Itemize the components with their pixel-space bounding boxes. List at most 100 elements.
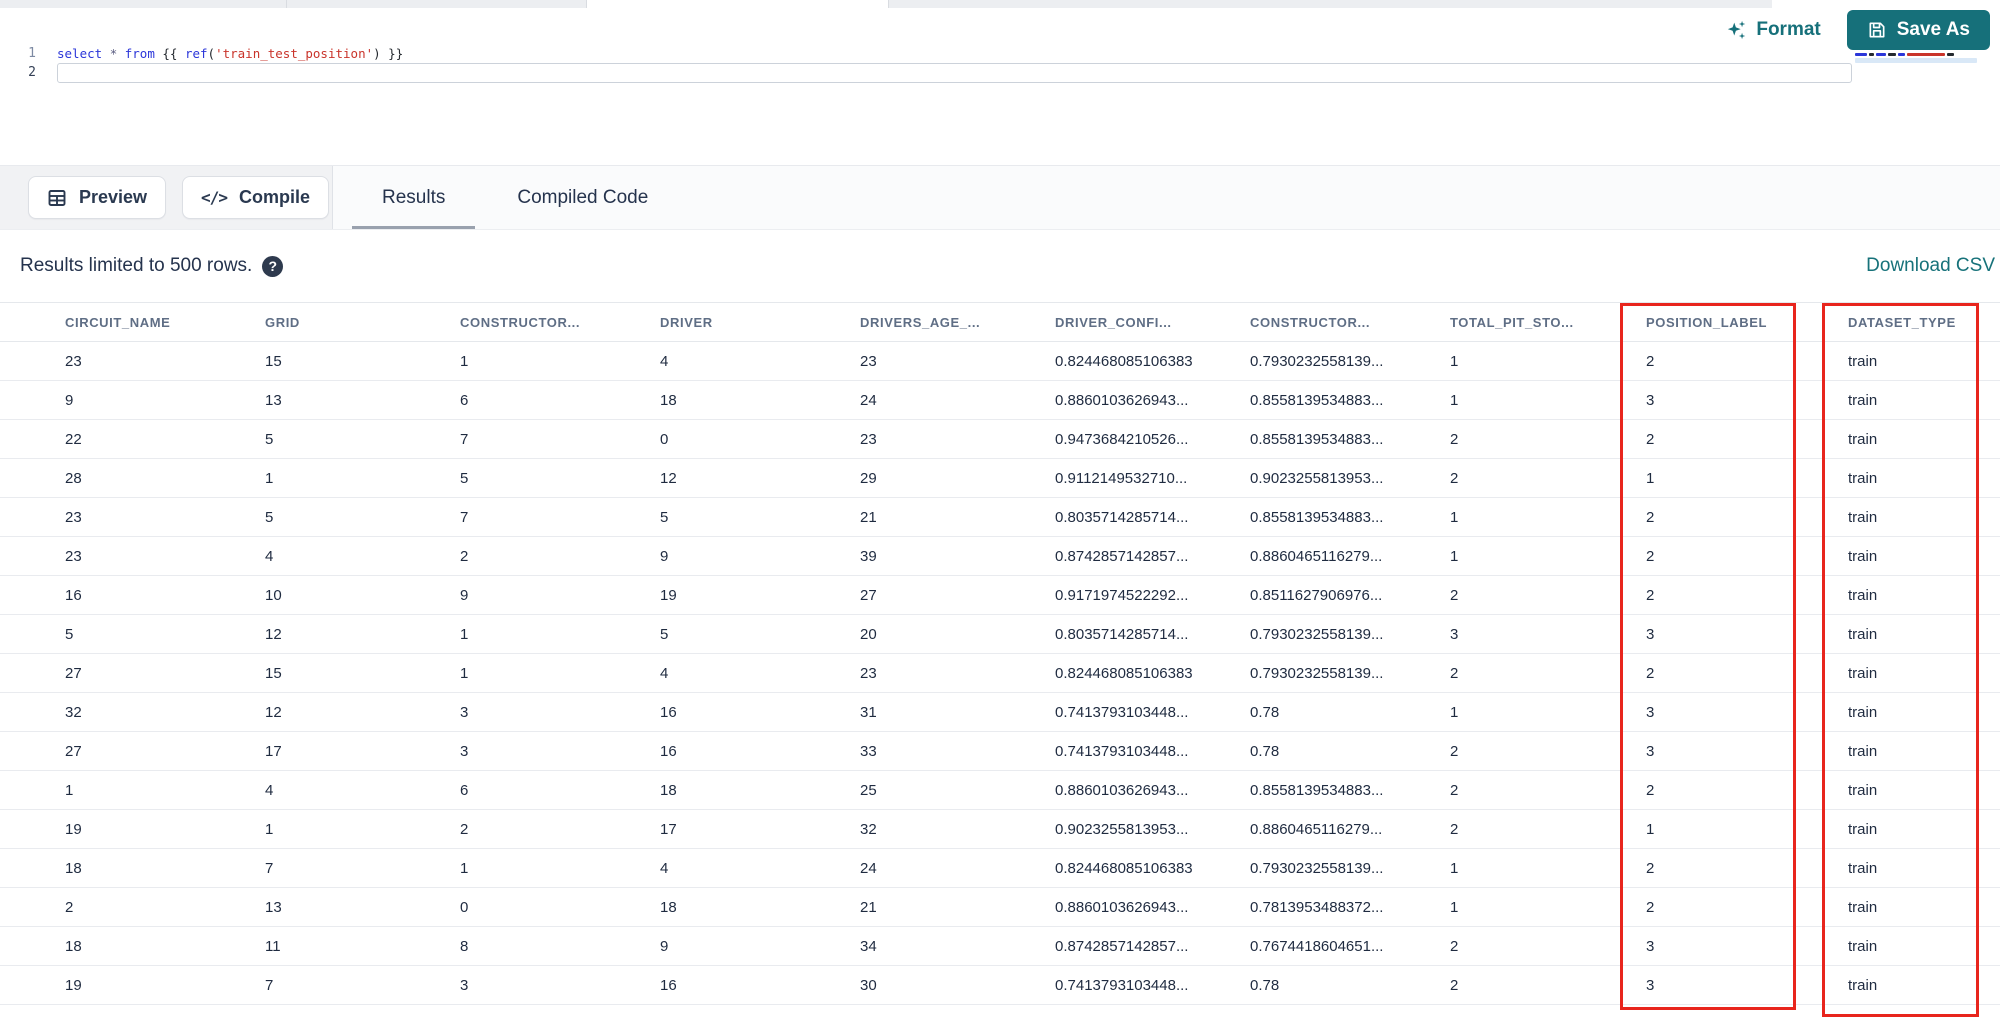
column-header[interactable]: CIRCUIT_NAME — [65, 315, 265, 330]
table-cell: 0 — [660, 430, 669, 448]
editor-minimap[interactable] — [1855, 53, 1977, 63]
column-header[interactable]: TOTAL_PIT_STO... — [1450, 315, 1646, 330]
table-cell: 20 — [860, 625, 877, 643]
table-cell: 2 — [1450, 664, 1459, 682]
table-row[interactable]: 18 7 1 4 24 0.824468085106383 0.7930232558139.… — [0, 849, 2000, 888]
table-cell: 27 — [860, 586, 877, 604]
table-cell: 23 — [860, 352, 877, 370]
table-row[interactable]: 32 12 3 16 31 0.7413793103448... 0.78 1 3 train — [0, 693, 2000, 732]
table-grid-icon — [47, 188, 67, 208]
table-cell: train — [1848, 625, 1878, 643]
table-cell: 0.8035714285714... — [1055, 625, 1189, 643]
help-icon[interactable]: ? — [262, 255, 284, 277]
table-cell: 1 — [460, 859, 469, 877]
table-row[interactable]: 22 5 7 0 23 0.9473684210526... 0.8558139534883… — [0, 420, 2000, 459]
table-cell: 3 — [1646, 703, 1655, 721]
download-csv-link[interactable]: Download CSV — [1866, 255, 1995, 277]
table-cell: 4 — [265, 547, 274, 565]
table-cell: 2 — [1450, 976, 1459, 994]
format-label: Format — [1756, 19, 1821, 40]
table-cell: 2 — [1646, 508, 1655, 526]
table-cell: train — [1848, 430, 1878, 448]
table-cell: 1 — [1450, 547, 1459, 565]
table-cell: 3 — [460, 742, 469, 760]
table-cell: 6 — [460, 781, 469, 799]
table-row[interactable]: 2 13 0 18 21 0.8860103626943... 0.781395348837… — [0, 888, 2000, 927]
table-cell: 2 — [1450, 820, 1459, 838]
table-cell: 23 — [65, 547, 82, 565]
table-cell: 0.78 — [1250, 703, 1280, 721]
table-cell: 16 — [660, 976, 677, 994]
preview-button[interactable]: Preview — [28, 176, 167, 219]
format-button[interactable]: Format — [1726, 18, 1821, 42]
table-row[interactable]: 28 1 5 12 29 0.9112149532710... 0.902325581395… — [0, 459, 2000, 498]
code-token-keyword: select — [57, 46, 103, 61]
table-cell: 1 — [1450, 508, 1459, 526]
column-header[interactable]: CONSTRUCTOR... — [1250, 315, 1450, 330]
table-cell: train — [1848, 352, 1878, 370]
table-cell: 0.7413793103448... — [1055, 703, 1189, 721]
tab-compiled-code[interactable]: Compiled Code — [493, 166, 672, 229]
column-header[interactable]: DRIVER_CONFI... — [1055, 315, 1250, 330]
code-line-1[interactable]: select * from {{ ref('train_test_positio… — [57, 44, 403, 63]
table-cell: 18 — [65, 859, 82, 877]
editor-tab[interactable] — [0, 0, 287, 8]
table-cell: train — [1848, 508, 1878, 526]
tab-results[interactable]: Results — [351, 166, 476, 229]
table-cell: 11 — [265, 937, 281, 955]
table-cell: 2 — [1646, 352, 1655, 370]
table-cell: 39 — [860, 547, 877, 565]
sql-editor[interactable]: Format Save As 1 2 select * from {{ ref(… — [0, 8, 2000, 165]
row-limit-text: Results limited to 500 rows. — [20, 255, 253, 276]
table-cell: train — [1848, 742, 1878, 760]
table-cell: 19 — [660, 586, 677, 604]
table-cell: 12 — [265, 703, 282, 721]
table-cell: 5 — [660, 508, 669, 526]
column-header[interactable]: POSITION_LABEL — [1646, 315, 1848, 330]
table-cell: 24 — [860, 391, 877, 409]
table-cell: 1 — [1450, 859, 1459, 877]
table-cell: 29 — [860, 469, 877, 487]
column-header[interactable]: GRID — [265, 315, 460, 330]
table-cell: 0.8558139534883... — [1250, 781, 1384, 799]
code-brackets-icon: </> — [201, 188, 228, 207]
table-row[interactable]: 9 13 6 18 24 0.8860103626943... 0.855813953488… — [0, 381, 2000, 420]
table-cell: 1 — [265, 469, 274, 487]
table-row[interactable]: 27 17 3 16 33 0.7413793103448... 0.78 2 3 train — [0, 732, 2000, 771]
table-row[interactable]: 23 15 1 4 23 0.824468085106383 0.7930232558139… — [0, 342, 2000, 381]
table-row[interactable]: 19 1 2 17 32 0.9023255813953... 0.886046511627… — [0, 810, 2000, 849]
table-row[interactable]: 5 12 1 5 20 0.8035714285714... 0.7930232558139… — [0, 615, 2000, 654]
column-header[interactable]: CONSTRUCTOR... — [460, 315, 660, 330]
table-cell: 2 — [1646, 430, 1655, 448]
table-row[interactable]: 23 4 2 9 39 0.8742857142857... 0.8860465116279… — [0, 537, 2000, 576]
sparkles-icon — [1726, 18, 1748, 42]
table-cell: 0.8860103626943... — [1055, 898, 1189, 916]
table-row[interactable]: 1 4 6 18 25 0.8860103626943... 0.8558139534883… — [0, 771, 2000, 810]
column-header[interactable]: DATASET_TYPE — [1848, 315, 1990, 330]
table-cell: 17 — [265, 742, 282, 760]
table-cell: 32 — [65, 703, 82, 721]
table-row[interactable]: 16 10 9 19 27 0.9171974522292... 0.85116279069… — [0, 576, 2000, 615]
editor-tab[interactable] — [287, 0, 587, 8]
table-cell: train — [1848, 664, 1878, 682]
table-row[interactable]: 27 15 1 4 23 0.824468085106383 0.7930232558139… — [0, 654, 2000, 693]
code-area[interactable]: select * from {{ ref('train_test_positio… — [57, 44, 403, 63]
table-cell: 0.8742857142857... — [1055, 547, 1189, 565]
editor-tab-active[interactable] — [587, 0, 889, 8]
table-row[interactable]: 23 5 7 5 21 0.8035714285714... 0.8558139534883… — [0, 498, 2000, 537]
table-cell: 3 — [460, 976, 469, 994]
table-row[interactable]: 18 11 8 9 34 0.8742857142857... 0.767441860465… — [0, 927, 2000, 966]
table-row[interactable]: 19 7 3 16 30 0.7413793103448... 0.78 2 3 train — [0, 966, 2000, 1005]
table-cell: 24 — [860, 859, 877, 877]
save-as-button[interactable]: Save As — [1846, 10, 1990, 50]
table-cell: train — [1848, 820, 1878, 838]
editor-actions: Format Save As — [1726, 10, 1990, 50]
table-cell: 6 — [460, 391, 469, 409]
column-header[interactable]: DRIVER — [660, 315, 860, 330]
table-cell: 0.7674418604651... — [1250, 937, 1384, 955]
compile-button[interactable]: </> Compile — [182, 176, 329, 219]
table-cell: 1 — [265, 820, 274, 838]
table-cell: 5 — [65, 625, 74, 643]
column-header[interactable]: DRIVERS_AGE_... — [860, 315, 1055, 330]
table-cell: 9 — [65, 391, 74, 409]
